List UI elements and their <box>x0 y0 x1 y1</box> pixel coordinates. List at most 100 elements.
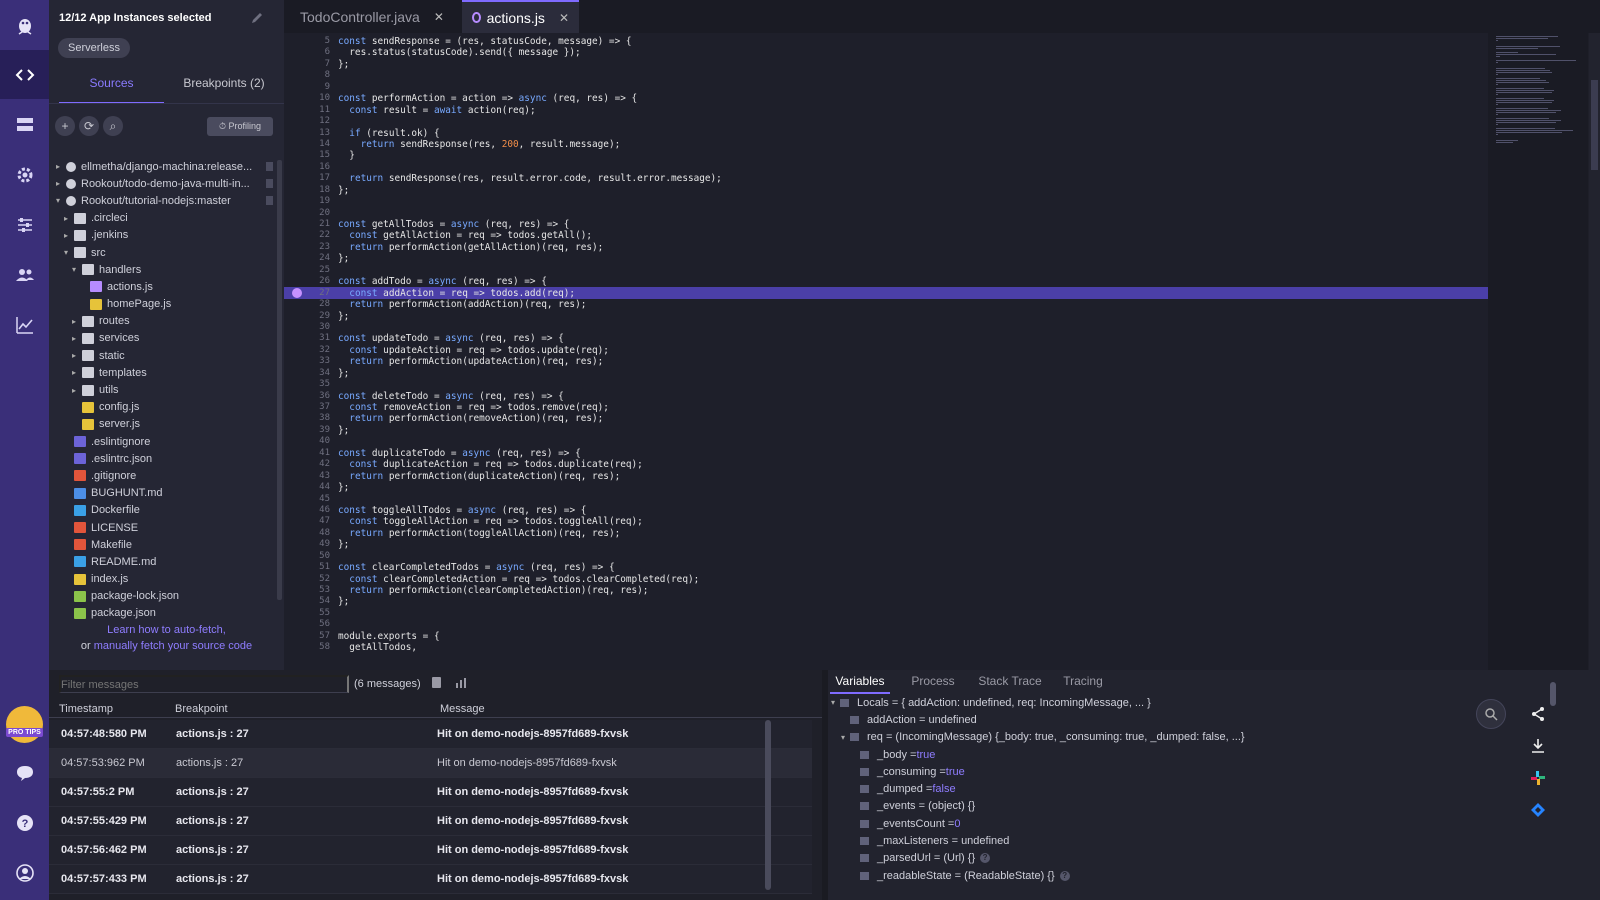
code-line[interactable]: const updateAction = req => todos.update… <box>338 345 1478 356</box>
code-line[interactable]: const addAction = req => todos.add(req); <box>338 288 1478 299</box>
share-icon[interactable] <box>1528 704 1548 724</box>
sliders-icon[interactable] <box>0 200 49 249</box>
tree-item[interactable]: homePage.js <box>49 296 277 313</box>
variable-row[interactable]: _parsedUrl = (Url) {}? <box>828 850 1478 867</box>
code-line[interactable]: const clearCompletedAction = req => todo… <box>338 574 1478 585</box>
code-line[interactable]: const removeAction = req => todos.remove… <box>338 402 1478 413</box>
code-line[interactable] <box>338 619 1478 630</box>
help-icon[interactable]: ? <box>0 798 49 847</box>
message-row[interactable]: 04:57:55:2 PM actions.js : 27 Hit on demo-… <box>49 778 812 807</box>
chevron-icon[interactable]: ▾ <box>828 698 838 707</box>
code-line[interactable]: return sendResponse(res, result.error.co… <box>338 173 1478 184</box>
code-line[interactable] <box>338 379 1478 390</box>
line-number[interactable]: 33 <box>284 356 330 367</box>
message-row[interactable]: 04:57:57:433 PM actions.js : 27 Hit on dem… <box>49 865 812 894</box>
code-line[interactable]: const duplicateTodo = async (req, res) =… <box>338 448 1478 459</box>
line-number[interactable]: 36 <box>284 391 330 402</box>
tab-todocontroller[interactable]: TodoController.java ✕ <box>284 0 452 33</box>
line-number[interactable]: 50 <box>284 551 330 562</box>
tree-item[interactable]: README.md <box>49 553 277 570</box>
line-number[interactable]: 58 <box>284 642 330 653</box>
variable-row[interactable]: _consuming = true <box>828 763 1478 780</box>
code-line[interactable]: const toggleAllAction = req => todos.tog… <box>338 516 1478 527</box>
code-line[interactable]: return performAction(addAction)(req, res… <box>338 299 1478 310</box>
line-number[interactable]: 18 <box>284 185 330 196</box>
line-number[interactable]: 16 <box>284 162 330 173</box>
sidebar-scrollbar[interactable] <box>277 160 282 600</box>
line-number[interactable]: 44 <box>284 482 330 493</box>
editor-scrollbar-thumb[interactable] <box>1591 80 1598 170</box>
tree-item[interactable]: ▸ .circleci <box>49 210 277 227</box>
messages-scrollbar[interactable] <box>765 720 771 890</box>
code-line[interactable]: return performAction(getAllAction)(req, … <box>338 242 1478 253</box>
chat-icon[interactable] <box>0 748 49 797</box>
chevron-icon[interactable]: ▸ <box>69 317 79 326</box>
tree-item[interactable]: Makefile <box>49 536 277 553</box>
chevron-icon[interactable]: ▸ <box>61 231 71 240</box>
line-number[interactable]: 46 <box>284 505 330 516</box>
pro-tips-icon[interactable]: PRO TIPS <box>6 706 43 743</box>
code-line[interactable] <box>338 196 1478 207</box>
variable-row[interactable]: ▾ Locals = { addAction: undefined, req: I… <box>828 694 1478 711</box>
chevron-icon[interactable]: ▸ <box>53 179 63 188</box>
line-number[interactable]: 49 <box>284 539 330 550</box>
code-line[interactable] <box>338 551 1478 562</box>
chevron-icon[interactable]: ▸ <box>69 351 79 360</box>
tree-item[interactable]: package-lock.json <box>49 588 277 605</box>
chevron-icon[interactable]: ▸ <box>69 386 79 395</box>
line-number[interactable]: 37 <box>284 402 330 413</box>
line-number[interactable]: 34 <box>284 368 330 379</box>
line-number[interactable]: 8 <box>284 70 330 81</box>
line-number[interactable]: 10 <box>284 93 330 104</box>
tree-item[interactable]: .eslintignore <box>49 433 277 450</box>
rookout-logo-icon[interactable] <box>0 0 49 49</box>
message-row[interactable]: 04:57:55:429 PM actions.js : 27 Hit on dem… <box>49 807 812 836</box>
code-line[interactable]: }; <box>338 539 1478 550</box>
code-line[interactable]: const addTodo = async (req, res) => { <box>338 276 1478 287</box>
code-line[interactable]: const clearCompletedTodos = async (req, … <box>338 562 1478 573</box>
code-line[interactable]: const deleteTodo = async (req, res) => { <box>338 391 1478 402</box>
help-icon[interactable]: ? <box>980 853 991 864</box>
line-number[interactable]: 7 <box>284 59 330 70</box>
tree-item[interactable]: config.js <box>49 399 277 416</box>
line-number[interactable]: 26 <box>284 276 330 287</box>
learn-autofetch-link[interactable]: Learn how to auto-fetch, <box>107 624 226 636</box>
tree-item[interactable]: ▸ templates <box>49 364 277 381</box>
download-icon[interactable] <box>1528 736 1548 756</box>
tree-item[interactable]: BUGHUNT.md <box>49 485 277 502</box>
variable-row[interactable]: _events = (object) {} <box>828 798 1478 815</box>
line-number[interactable]: 54 <box>284 596 330 607</box>
line-number[interactable]: 31 <box>284 333 330 344</box>
header-breakpoint[interactable]: Breakpoint <box>175 703 228 715</box>
line-number[interactable]: 19 <box>284 196 330 207</box>
line-number[interactable]: 52 <box>284 574 330 585</box>
servers-icon[interactable] <box>0 100 49 149</box>
code-line[interactable]: }; <box>338 253 1478 264</box>
tree-item[interactable]: Dockerfile <box>49 502 277 519</box>
line-number[interactable]: 42 <box>284 459 330 470</box>
chevron-icon[interactable]: ▸ <box>53 162 63 171</box>
users-icon[interactable] <box>0 250 49 299</box>
code-line[interactable]: res.status(statusCode).send({ message })… <box>338 47 1478 58</box>
line-number[interactable]: 12 <box>284 116 330 127</box>
line-number-gutter[interactable]: 5 6 7 8 9 10 11 12 13 14 15 16 17 18 19 20 21 22 23 24 25 26 2… <box>284 36 330 654</box>
line-number[interactable]: 55 <box>284 608 330 619</box>
debug-scrollbar[interactable] <box>1550 682 1556 706</box>
close-icon[interactable]: ✕ <box>434 10 444 24</box>
code-line[interactable] <box>338 322 1478 333</box>
tree-item[interactable]: ▸ .jenkins <box>49 227 277 244</box>
profiling-button[interactable]: ⏱ Profiling <box>207 117 273 136</box>
code-line[interactable]: const getAllTodos = async (req, res) => … <box>338 219 1478 230</box>
code-line[interactable] <box>338 436 1478 447</box>
line-number[interactable]: 57 <box>284 631 330 642</box>
settings-gear-icon[interactable] <box>0 150 49 199</box>
tree-item[interactable]: ▸ routes <box>49 313 277 330</box>
line-number[interactable]: 29 <box>284 311 330 322</box>
code-line[interactable]: const sendResponse = (res, statusCode, m… <box>338 36 1478 47</box>
variable-row[interactable]: addAction = undefined <box>828 711 1478 728</box>
tree-item[interactable]: ▾ Rookout/tutorial-nodejs:master <box>49 192 277 209</box>
code-line[interactable]: if (result.ok) { <box>338 128 1478 139</box>
tree-item[interactable]: .eslintrc.json <box>49 450 277 467</box>
help-icon[interactable]: ? <box>1059 870 1070 881</box>
search-icon[interactable]: ⌕ <box>103 116 123 136</box>
